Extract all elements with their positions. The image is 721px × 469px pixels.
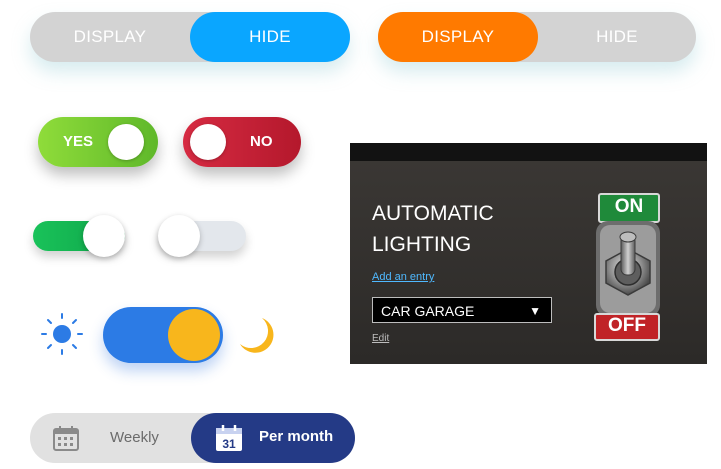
switch-knob[interactable] <box>83 215 125 257</box>
yes-label: YES <box>63 133 94 150</box>
panel-title: AUTOMATIC LIGHTING <box>372 202 494 256</box>
dropdown-arrow-icon: ▼ <box>529 304 541 318</box>
moon-icon <box>240 318 274 353</box>
weekly-label[interactable]: Weekly <box>110 429 159 446</box>
display-hide-toggle-2[interactable]: DISPLAY HIDE <box>378 12 696 62</box>
toggle-knob[interactable] <box>108 124 144 160</box>
off-label: OFF <box>608 315 646 336</box>
toggle-switch-icon[interactable] <box>586 221 670 317</box>
display-option[interactable]: DISPLAY <box>378 12 538 62</box>
switch-knob[interactable] <box>158 215 200 257</box>
calendar-31-icon: 31 <box>216 425 242 451</box>
location-select[interactable]: CAR GARAGE ▼ <box>372 297 552 323</box>
yes-toggle[interactable]: YES <box>38 117 158 167</box>
calendar-day: 31 <box>222 437 236 451</box>
select-value: CAR GARAGE <box>381 303 475 319</box>
no-label: NO <box>250 133 273 150</box>
switch-on[interactable] <box>33 215 125 257</box>
sun-icon <box>41 313 83 355</box>
display-option[interactable]: DISPLAY <box>30 12 190 62</box>
lighting-panel: AUTOMATIC LIGHTING Add an entry CAR GARA… <box>350 143 707 364</box>
on-label: ON <box>614 196 644 217</box>
per-month-label[interactable]: Per month <box>259 428 333 445</box>
no-toggle[interactable]: NO <box>183 117 301 167</box>
add-entry-link[interactable]: Add an entry <box>372 271 434 283</box>
day-night-knob[interactable] <box>168 309 220 361</box>
hide-option[interactable]: HIDE <box>538 12 696 62</box>
display-hide-toggle-1[interactable]: DISPLAY HIDE <box>30 12 350 62</box>
calendar-icon <box>53 426 79 451</box>
toggle-knob[interactable] <box>190 124 226 160</box>
switch-off[interactable] <box>158 215 246 257</box>
hide-option[interactable]: HIDE <box>190 12 350 62</box>
edit-link[interactable]: Edit <box>372 333 389 344</box>
